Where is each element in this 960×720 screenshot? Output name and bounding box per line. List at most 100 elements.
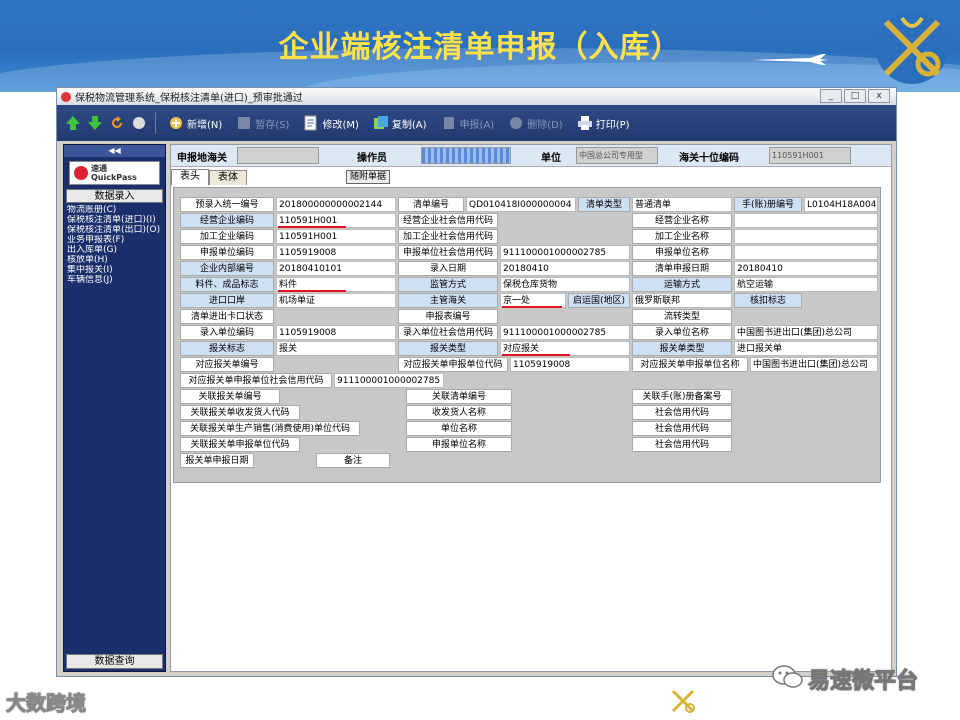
maximize-button[interactable]: □ — [844, 89, 866, 103]
deduct-flag-field[interactable] — [804, 293, 878, 308]
linked-declarant-name-field[interactable] — [514, 437, 630, 452]
new-icon — [170, 117, 182, 129]
delete-button[interactable]: 删除(D) — [504, 111, 567, 135]
business-credit-code-field[interactable] — [500, 213, 630, 228]
unit-label: 单位 — [541, 153, 561, 164]
linked-manual-number-field[interactable] — [734, 389, 878, 404]
linked-declarant-code-field[interactable] — [302, 437, 404, 452]
linked-declarant-name-label: 申报单位名称 — [406, 437, 512, 452]
tab-header[interactable]: 表头 — [171, 169, 209, 185]
copy-button[interactable]: 复制(A) — [369, 111, 431, 135]
linked-list-number-label: 关联清单编号 — [406, 389, 512, 404]
edit-button[interactable]: 修改(M) — [299, 111, 362, 135]
declarant-name-field[interactable] — [734, 245, 878, 260]
declarant-credit-code-field[interactable]: 911100001000002785 — [500, 245, 630, 260]
entry-unit-code-field[interactable]: 1105919008 — [276, 325, 396, 340]
linked-producer-code-field[interactable] — [362, 421, 404, 436]
entry-unit-name-field[interactable]: 中国图书进出口(集团)总公司 — [734, 325, 878, 340]
manual-number-field[interactable]: L0104H18A004 — [804, 197, 878, 212]
attach-documents-button[interactable]: 随附单据 — [346, 170, 391, 184]
circle-menu-icon[interactable] — [131, 115, 147, 131]
internal-number-field[interactable]: 20180410101 — [276, 261, 396, 276]
wechat-icon — [772, 665, 803, 688]
pre-entry-number-label: 预录入统一编号 — [180, 197, 274, 212]
slide-banner: 企业端核注清单申报（入库） — [0, 0, 960, 92]
sidebar-section-data-entry[interactable]: 数据录入 — [66, 189, 163, 203]
unit-field[interactable]: 中国总公司专用型 — [576, 147, 658, 164]
operator-field[interactable] — [421, 147, 511, 164]
list-number-field[interactable]: QD010418I000000004 — [466, 197, 576, 212]
sidebar-collapse-button[interactable]: ◀◀ — [64, 145, 165, 157]
supervision-mode-field[interactable]: 保税仓库货物 — [500, 277, 630, 292]
transport-mode-field[interactable]: 航空运输 — [734, 277, 878, 292]
declaration-type-label: 报关单类型 — [632, 341, 732, 356]
pre-entry-number-field[interactable]: 201800000000002144 — [276, 197, 396, 212]
processing-credit-code-field[interactable] — [500, 229, 630, 244]
new-button[interactable]: 新增(N) — [164, 111, 226, 135]
processing-company-code-field[interactable]: 110591H001 — [276, 229, 396, 244]
linked-declarant-credit-code-field[interactable] — [734, 437, 878, 452]
arrow-up-icon[interactable] — [65, 115, 81, 131]
declarant-name-label: 申报单位名称 — [632, 245, 732, 260]
window-title: 保税物流管理系统_保税核注清单(进口)_预审批通过 — [75, 93, 303, 104]
refresh-icon[interactable] — [109, 115, 125, 131]
competent-customs-label: 主管海关 — [398, 293, 498, 308]
related-declarant-code-field[interactable]: 1105919008 — [510, 357, 630, 372]
edit-icon — [304, 115, 317, 131]
declare-icon — [443, 117, 454, 129]
processing-company-name-field[interactable] — [734, 229, 878, 244]
processing-company-code-label: 加工企业编码 — [180, 229, 274, 244]
sidebar-item[interactable]: 保税核注清单(进口)(I) — [67, 215, 162, 225]
entry-unit-name-label: 录入单位名称 — [632, 325, 732, 340]
declarant-code-field[interactable]: 1105919008 — [276, 245, 396, 260]
consignee-name-field[interactable] — [514, 405, 630, 420]
close-button[interactable]: x — [868, 89, 890, 103]
delete-icon — [510, 117, 523, 129]
producer-name-field[interactable] — [514, 421, 630, 436]
print-button[interactable]: 打印(P) — [573, 111, 634, 135]
gate-status-field[interactable] — [276, 309, 396, 324]
producer-credit-code-field[interactable] — [734, 421, 878, 436]
customs-code-field[interactable]: 110591H001 — [769, 147, 851, 164]
sidebar-item[interactable]: 保税核注清单(出口)(O) — [67, 225, 162, 235]
save-button[interactable]: 暂存(S) — [232, 111, 293, 135]
entry-date-field[interactable]: 20180410 — [500, 261, 630, 276]
transfer-type-field[interactable] — [734, 309, 878, 324]
linked-consignee-code-field[interactable] — [302, 405, 404, 420]
related-declarant-name-label: 对应报关单申报单位名称 — [632, 357, 748, 372]
related-declarant-name-field[interactable]: 中国图书进出口(集团)总公司 — [750, 357, 878, 372]
application-number-field[interactable] — [500, 309, 630, 324]
remarks-field[interactable] — [392, 453, 878, 468]
sidebar-item[interactable]: 核放单(H) — [67, 255, 162, 265]
sidebar-item[interactable]: 出入库单(G) — [67, 245, 162, 255]
sidebar-item[interactable]: 物流账册(C) — [67, 205, 162, 215]
entry-unit-credit-code-label: 录入单位社会信用代码 — [398, 325, 498, 340]
declaration-type-field[interactable]: 进口报关单 — [734, 341, 878, 356]
list-declare-date-field[interactable]: 20180410 — [734, 261, 878, 276]
business-company-name-field[interactable] — [734, 213, 878, 228]
entry-unit-credit-code-field[interactable]: 911100001000002785 — [500, 325, 630, 340]
departure-country-field[interactable]: 俄罗斯联邦 — [632, 293, 732, 308]
linked-list-number-field[interactable] — [514, 389, 630, 404]
linked-declaration-number-field[interactable] — [282, 389, 404, 404]
consignee-credit-code-field[interactable] — [734, 405, 878, 420]
related-declaration-number-field[interactable] — [276, 357, 396, 372]
declare-label: 申报(A) — [459, 119, 495, 131]
tab-body[interactable]: 表体 — [209, 170, 247, 185]
list-type-field[interactable]: 普通清单 — [632, 197, 732, 212]
import-port-field[interactable]: 机场单证 — [276, 293, 396, 308]
save-label: 暂存(S) — [255, 119, 290, 131]
arrow-down-icon[interactable] — [87, 115, 103, 131]
minimize-button[interactable]: _ — [820, 89, 842, 103]
main-content: 申报地海关 操作员 单位 中国总公司专用型 海关十位编码 110591H001 … — [170, 144, 892, 672]
related-declarant-credit-code-field[interactable]: 911100001000002785 — [334, 373, 444, 388]
customs-flag-field[interactable]: 报关 — [276, 341, 396, 356]
processing-credit-code-label: 加工企业社会信用代码 — [398, 229, 498, 244]
customs-field[interactable] — [237, 147, 319, 164]
sidebar-data-query-button[interactable]: 数据查询 — [66, 654, 163, 669]
declaration-date-field[interactable] — [256, 453, 314, 468]
sidebar-item[interactable]: 车辆信息(J) — [67, 275, 162, 285]
declare-button[interactable]: 申报(A) — [437, 111, 499, 135]
sidebar-item[interactable]: 业务申报表(F) — [67, 235, 162, 245]
sidebar-item[interactable]: 集中报关(I) — [67, 265, 162, 275]
